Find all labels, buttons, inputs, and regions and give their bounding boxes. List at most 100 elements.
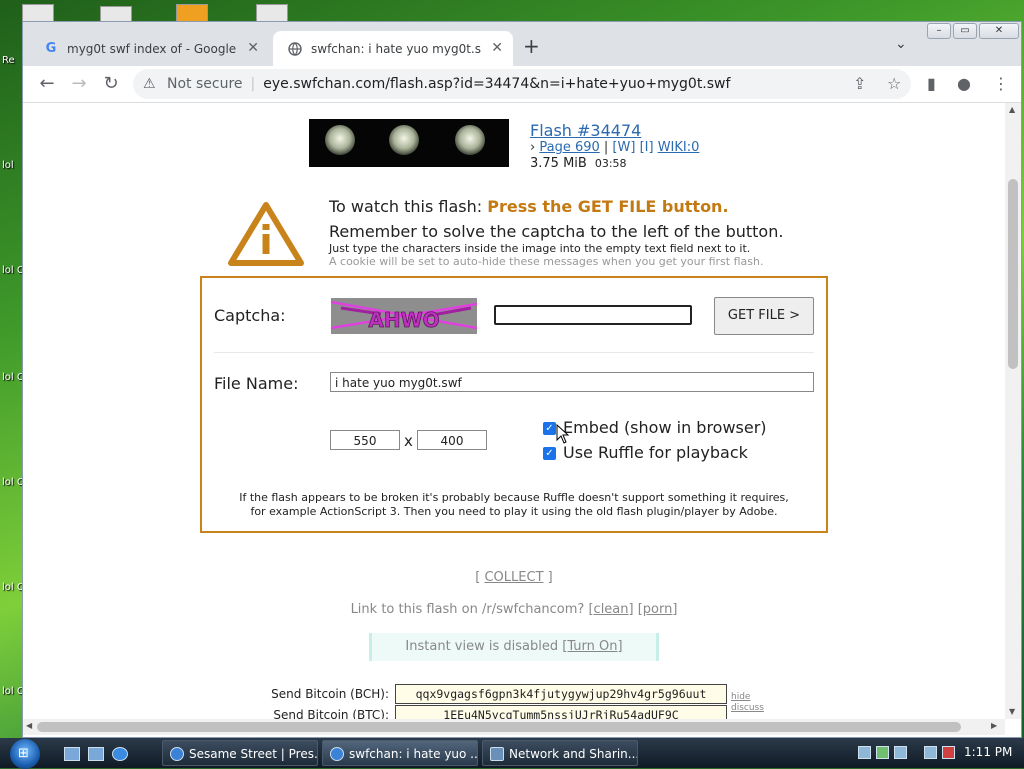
network-icon <box>490 747 504 761</box>
bch-label: Send Bitcoin (BCH): <box>271 687 389 701</box>
taskbar-item-sesame-street[interactable]: Sesame Street | Pres... <box>162 740 318 766</box>
i-link[interactable]: [I] <box>640 140 654 155</box>
duration: 03:58 <box>594 157 627 170</box>
tab-bar: – ▭ ✕ G myg0t swf index of - Google Sea … <box>23 22 1021 66</box>
forward-arrow-icon[interactable]: → <box>67 72 91 96</box>
tab-title: swfchan: i hate yuo myg0t.swf (# <box>311 41 481 56</box>
scroll-down-arrow-icon[interactable]: ▼ <box>1009 707 1015 716</box>
close-window-button[interactable]: ✕ <box>979 23 1019 39</box>
discuss-link[interactable]: discuss <box>731 703 764 714</box>
vertical-scrollbar[interactable]: ▲ ▼ <box>1005 103 1021 719</box>
minimize-button[interactable]: – <box>927 23 951 39</box>
scroll-up-arrow-icon[interactable]: ▲ <box>1009 105 1015 114</box>
desktop-label: lol <box>2 160 14 171</box>
width-input[interactable]: 550 <box>330 430 400 450</box>
close-tab-icon[interactable]: ✕ <box>247 40 259 56</box>
horizontal-scroll-thumb[interactable] <box>37 722 961 732</box>
url-text[interactable]: eye.swfchan.com/flash.asp?id=34474&n=i+h… <box>263 76 730 92</box>
taskbar-item-swfchan[interactable]: swfchan: i hate yuo ... <box>322 740 478 766</box>
flash-meta-links: › Page 690 | [W] [I] WIKI:0 <box>530 140 699 155</box>
w-link[interactable]: [W] <box>612 140 635 155</box>
switch-windows-icon[interactable] <box>88 747 104 761</box>
page-arrow: › <box>530 140 536 155</box>
flash-preview-thumbnail[interactable] <box>309 119 509 167</box>
wiki-link[interactable]: WIKI:0 <box>658 140 700 155</box>
tray-app-icon[interactable] <box>894 746 907 759</box>
windows-logo-icon: ⊞ <box>18 746 29 761</box>
embed-checkbox[interactable]: ✓ <box>543 422 556 435</box>
volume-muted-icon[interactable] <box>942 746 955 759</box>
ruffle-label[interactable]: Use Ruffle for playback <box>563 443 748 462</box>
task-label: swfchan: i hate yuo ... <box>349 747 478 761</box>
browser-window: – ▭ ✕ G myg0t swf index of - Google Sea … <box>22 21 1022 738</box>
internet-explorer-icon[interactable] <box>112 747 128 761</box>
taskbar-item-network[interactable]: Network and Sharin... <box>482 740 638 766</box>
flash-title-link[interactable]: Flash #34474 <box>530 121 641 140</box>
tab-search-chevron-icon[interactable]: ⌄ <box>895 36 907 52</box>
tray-app-icon[interactable] <box>876 746 889 759</box>
address-bar[interactable]: ⚠ Not secure | eye.swfchan.com/flash.asp… <box>133 69 911 99</box>
preview-orb <box>389 125 419 155</box>
show-desktop-icon[interactable] <box>64 747 80 761</box>
btc-address-field[interactable]: 1EEu4N5ycgTumm5nssjUJrRjRu54adUF9C <box>395 705 727 719</box>
instruction-highlight: Press the GET FILE button. <box>487 197 729 216</box>
tab-google-search[interactable]: G myg0t swf index of - Google Sea ✕ <box>29 31 269 66</box>
maximize-button[interactable]: ▭ <box>953 23 977 39</box>
tray-display-icon[interactable] <box>924 746 937 759</box>
height-input[interactable]: 400 <box>417 430 487 450</box>
tab-title: myg0t swf index of - Google Sea <box>67 41 237 56</box>
task-label: Network and Sharin... <box>509 747 638 761</box>
desktop-label: Re <box>2 55 15 66</box>
porn-link[interactable]: [porn] <box>638 602 678 617</box>
bookmark-star-icon[interactable]: ☆ <box>887 74 901 93</box>
form-divider <box>214 352 814 353</box>
hide-discuss-links: hide discuss <box>731 692 764 714</box>
back-arrow-icon[interactable]: ← <box>35 72 59 96</box>
close-tab-icon[interactable]: ✕ <box>491 40 503 56</box>
horizontal-scrollbar[interactable]: ◀ ▶ <box>23 719 1005 735</box>
instant-view-text: Instant view is disabled <box>405 639 559 654</box>
security-status[interactable]: Not secure <box>167 76 243 92</box>
instruction-heading: To watch this flash: Press the GET FILE … <box>329 197 729 216</box>
share-icon[interactable]: ⇪ <box>853 74 866 93</box>
embed-label[interactable]: Embed (show in browser) <box>563 418 767 437</box>
hide-link[interactable]: hide <box>731 692 764 703</box>
globe-icon <box>287 41 303 57</box>
vertical-scroll-thumb[interactable] <box>1008 179 1018 369</box>
collect-bracket-open: [ <box>475 570 481 585</box>
preview-orb <box>325 125 355 155</box>
side-panel-icon[interactable]: ▮ <box>927 74 936 93</box>
file-name-label: File Name: <box>214 374 299 393</box>
reddit-link-row: Link to this flash on /r/swfchancom? [cl… <box>23 602 1005 617</box>
system-tray: 1:11 PM <box>854 738 1024 768</box>
dimension-x: x <box>404 432 413 450</box>
instruction-lead: To watch this flash: <box>329 197 483 216</box>
get-file-button[interactable]: GET FILE > <box>714 297 814 335</box>
bch-address-field[interactable]: qqx9vgagsf6gpn3k4fjutygywjup29hv4gr5g96u… <box>395 684 727 704</box>
file-name-input[interactable]: i hate yuo myg0t.swf <box>330 372 814 392</box>
collect-bracket-close: ] <box>547 570 553 585</box>
clean-link[interactable]: [clean] <box>588 602 633 617</box>
ruffle-checkbox[interactable]: ✓ <box>543 447 556 460</box>
reload-icon[interactable]: ↻ <box>99 72 123 96</box>
taskbar-clock[interactable]: 1:11 PM <box>964 745 1012 759</box>
mouse-cursor-icon <box>556 424 570 444</box>
new-tab-button[interactable]: + <box>523 34 540 58</box>
captcha-input[interactable] <box>494 305 692 325</box>
ruffle-note-line1: If the flash appears to be broken it's p… <box>239 491 789 504</box>
tray-network-icon[interactable] <box>858 746 871 759</box>
profile-avatar-icon[interactable]: ● <box>957 74 971 93</box>
captcha-image: AHWO <box>331 298 477 334</box>
menu-kebab-icon[interactable]: ⋮ <box>993 74 1009 93</box>
page-link[interactable]: Page 690 <box>539 140 599 155</box>
collect-link[interactable]: COLLECT <box>484 570 543 585</box>
omnibox-divider: | <box>250 76 256 92</box>
scroll-right-arrow-icon[interactable]: ▶ <box>991 721 997 730</box>
turn-on-link[interactable]: [Turn On] <box>562 639 622 654</box>
instruction-cookie-note: A cookie will be set to auto-hide these … <box>329 255 764 268</box>
scroll-left-arrow-icon[interactable]: ◀ <box>26 721 32 730</box>
chrome-icon <box>170 747 184 761</box>
ruffle-note: If the flash appears to be broken it's p… <box>202 491 826 519</box>
warning-icon[interactable]: ⚠ <box>143 76 159 92</box>
tab-swfchan[interactable]: swfchan: i hate yuo myg0t.swf (# ✕ <box>273 31 513 66</box>
